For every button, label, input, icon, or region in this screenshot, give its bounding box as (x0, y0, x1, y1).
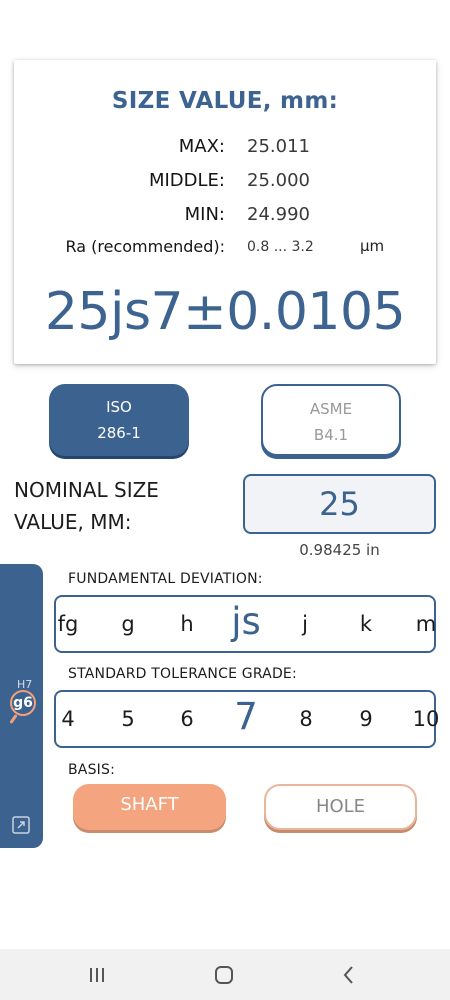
tolerance-option[interactable]: 10 (406, 692, 446, 746)
tolerance-option-selected[interactable]: 7 (226, 692, 266, 746)
tolerance-option[interactable]: 5 (108, 692, 148, 746)
size-result-card: SIZE VALUE, mm: MAX: 25.011 MIDDLE: 25.0… (14, 60, 436, 364)
shaft-fit-label: g6 (10, 690, 36, 716)
nominal-size-label: NOMINAL SIZE VALUE, MM: (14, 474, 214, 538)
home-icon[interactable] (213, 964, 235, 986)
system-nav-bar (0, 949, 450, 1000)
ra-value: 0.8 ... 3.2 (247, 239, 314, 255)
min-value: 24.990 (247, 204, 310, 225)
middle-value: 25.000 (247, 170, 310, 191)
asme-b4-1-button[interactable]: ASME B4.1 (261, 384, 401, 456)
ra-label: Ra (recommended): (65, 237, 226, 256)
tolerance-option[interactable]: 6 (167, 692, 207, 746)
inch-conversion: 0.98425 in (299, 541, 380, 559)
min-label: MIN: (184, 204, 225, 225)
back-icon[interactable] (338, 964, 360, 986)
deviation-option[interactable]: fg (48, 597, 88, 651)
tolerance-option[interactable]: 9 (346, 692, 386, 746)
deviation-option[interactable]: g (108, 597, 148, 651)
fit-side-panel[interactable]: H7 g6 (0, 564, 43, 848)
nominal-size-input[interactable]: 25 (243, 474, 436, 534)
asme-number: B4.1 (313, 426, 349, 444)
recent-apps-icon[interactable] (86, 964, 108, 986)
result-title: SIZE VALUE, mm: (111, 88, 339, 114)
deviation-option[interactable]: k (346, 597, 386, 651)
max-value: 25.011 (247, 136, 310, 157)
tolerance-label: STANDARD TOLERANCE GRADE: (68, 666, 297, 682)
shaft-basis-button[interactable]: SHAFT (73, 784, 226, 830)
min-row: MIN: 24.990 (14, 204, 436, 228)
magnifier-icon (9, 714, 18, 724)
middle-label: MIDDLE: (148, 170, 225, 191)
deviation-option[interactable]: h (167, 597, 207, 651)
iso-number: 286-1 (97, 424, 141, 442)
hole-fit-label: H7 (17, 678, 33, 691)
nominal-label-line1: NOMINAL SIZE (14, 478, 159, 502)
ra-unit: µm (360, 237, 385, 255)
tolerance-picker[interactable]: 4 5 6 7 8 9 10 (54, 690, 439, 748)
nominal-label-line2: VALUE, MM: (14, 510, 132, 534)
deviation-option[interactable]: j (285, 597, 325, 651)
max-label: MAX: (178, 136, 225, 157)
iso-label: ISO (106, 398, 132, 416)
deviation-label: FUNDAMENTAL DEVIATION: (68, 571, 263, 587)
max-row: MAX: 25.011 (14, 136, 436, 160)
hole-basis-button[interactable]: HOLE (264, 784, 417, 830)
iso-286-1-button[interactable]: ISO 286-1 (49, 384, 189, 456)
asme-label: ASME (309, 400, 353, 418)
tolerance-option[interactable]: 8 (286, 692, 326, 746)
fit-designation: 25js7±0.0105 (44, 282, 406, 342)
expand-icon[interactable] (10, 814, 32, 836)
deviation-option-selected[interactable]: js (226, 597, 266, 651)
middle-row: MIDDLE: 25.000 (14, 170, 436, 194)
basis-label: BASIS: (68, 762, 116, 778)
ra-row: Ra (recommended): 0.8 ... 3.2 µm (14, 237, 436, 261)
deviation-picker[interactable]: fg g h js j k m (54, 595, 436, 653)
tolerance-option[interactable]: 4 (48, 692, 88, 746)
deviation-option[interactable]: m (406, 597, 446, 651)
